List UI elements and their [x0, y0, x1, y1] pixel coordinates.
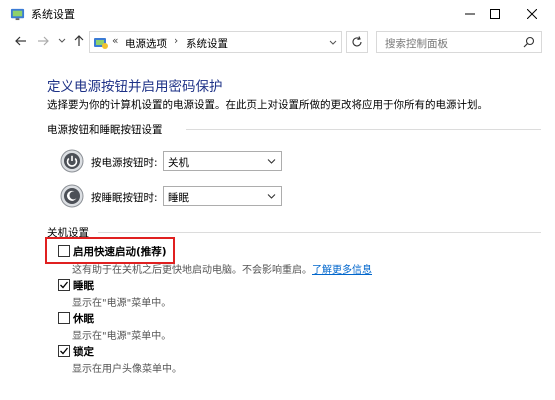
- arrow-left-icon: [15, 36, 26, 46]
- lock-checkbox[interactable]: [58, 345, 70, 357]
- main-content: 定义电源按钮并启用密码保护 选择要为你的计算机设置的电源设置。在此页上对设置所做…: [0, 57, 555, 400]
- sleep-button-label: 按睡眠按钮时:: [91, 192, 158, 204]
- up-button[interactable]: [72, 34, 86, 48]
- chevron-down-icon: [58, 38, 66, 43]
- sleep-checkbox[interactable]: [58, 279, 70, 291]
- fast-startup-checkbox[interactable]: [58, 245, 70, 257]
- fast-startup-description: 这有助于在关机之后更快地启动电脑。不会影响重启。了解更多信息: [72, 265, 372, 276]
- lock-option-label[interactable]: 锁定: [73, 344, 94, 359]
- checkmark-icon: [60, 347, 69, 355]
- search-box[interactable]: 搜索控制面板: [376, 31, 542, 53]
- arrow-up-icon: [74, 35, 84, 46]
- group-divider: [98, 232, 541, 233]
- breadcrumb-overflow[interactable]: «: [112, 35, 118, 47]
- learn-more-link[interactable]: 了解更多信息: [312, 265, 372, 276]
- breadcrumb-system-settings[interactable]: 系统设置: [186, 36, 228, 51]
- navigation-bar: « 电源选项 › 系统设置 搜索控制面板: [0, 27, 555, 57]
- control-panel-app-icon: [10, 8, 25, 21]
- maximize-button[interactable]: [478, 0, 512, 27]
- page-description: 选择要为你的计算机设置的电源设置。在此页上对设置所做的更改将应用于你所有的电源计…: [47, 99, 488, 111]
- hibernate-option-description: 显示在"电源"菜单中。: [72, 331, 172, 342]
- back-button[interactable]: [14, 34, 28, 48]
- close-button[interactable]: [515, 0, 549, 27]
- hibernate-option-label[interactable]: 休眠: [73, 311, 94, 326]
- sleep-button-icon: [60, 184, 84, 208]
- chevron-down-icon: [267, 159, 276, 164]
- power-buttons-group-header: 电源按钮和睡眠按钮设置: [47, 124, 163, 136]
- sleep-option-description: 显示在"电源"菜单中。: [72, 298, 172, 309]
- refresh-icon: [352, 36, 362, 47]
- power-button-label: 按电源按钮时:: [91, 157, 158, 169]
- minimize-icon: [465, 13, 475, 14]
- sleep-button-action-select[interactable]: 睡眠: [163, 186, 282, 206]
- refresh-button[interactable]: [346, 31, 368, 53]
- lock-option-description: 显示在用户头像菜单中。: [72, 364, 182, 375]
- recent-locations-button[interactable]: [55, 34, 69, 48]
- address-dropdown-icon[interactable]: [329, 39, 337, 47]
- power-button-action-value: 关机: [168, 157, 189, 169]
- fast-startup-label[interactable]: 启用快速启动(推荐): [73, 244, 167, 259]
- group-divider: [186, 129, 541, 130]
- sleep-option-label[interactable]: 睡眠: [73, 278, 94, 293]
- forward-button[interactable]: [36, 34, 50, 48]
- arrow-right-icon: [38, 36, 49, 46]
- search-placeholder: 搜索控制面板: [385, 38, 448, 50]
- close-icon: [527, 8, 537, 19]
- address-bar[interactable]: « 电源选项 › 系统设置: [89, 31, 342, 53]
- chevron-down-icon: [267, 194, 276, 199]
- sleep-button-action-value: 睡眠: [168, 192, 189, 204]
- window-title: 系统设置: [31, 8, 75, 21]
- power-button-action-select[interactable]: 关机: [163, 151, 282, 171]
- title-bar: 系统设置: [0, 0, 555, 27]
- control-panel-icon: [94, 38, 108, 49]
- search-icon[interactable]: [523, 36, 535, 48]
- hibernate-checkbox[interactable]: [58, 312, 70, 324]
- power-button-icon: [60, 149, 84, 173]
- checkmark-icon: [60, 281, 69, 289]
- breadcrumb-power-options[interactable]: 电源选项: [125, 36, 167, 51]
- maximize-icon: [490, 8, 500, 19]
- breadcrumb-separator[interactable]: ›: [174, 35, 178, 47]
- page-title: 定义电源按钮并启用密码保护: [47, 79, 223, 95]
